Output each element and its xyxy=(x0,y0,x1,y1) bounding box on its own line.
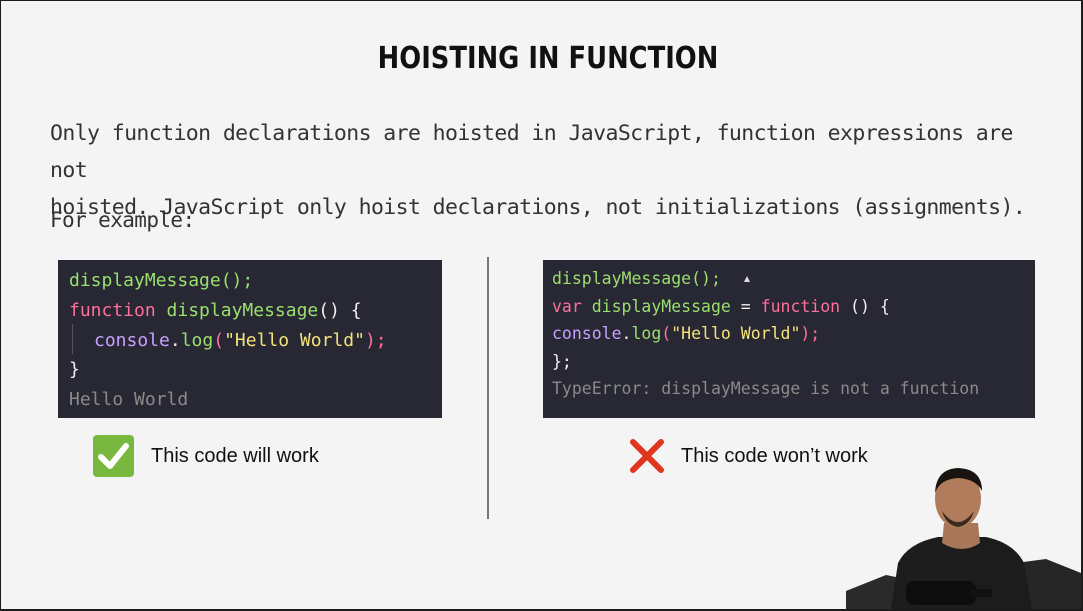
code-token: ( xyxy=(213,330,225,351)
code-line: displayMessage(); xyxy=(552,269,721,288)
column-divider xyxy=(487,257,489,519)
indent-guide xyxy=(72,324,73,354)
code-token: displayMessage(); xyxy=(552,269,721,288)
code-block-hoisted-declaration: displayMessage(); function displayMessag… xyxy=(58,260,442,418)
green-checkmark-icon xyxy=(93,435,134,477)
works-caption: This code will work xyxy=(151,445,319,467)
code-token: Hello World xyxy=(69,389,189,410)
presenter-webcam xyxy=(846,463,1081,609)
code-token: }; xyxy=(552,352,572,371)
code-token: () { xyxy=(840,297,890,316)
code-token: = xyxy=(730,297,761,316)
code-token: "Hello World" xyxy=(224,330,365,351)
code-block-function-expression: displayMessage(); var displayMessage = f… xyxy=(543,260,1035,418)
code-token: TypeError: displayMessage is not a funct… xyxy=(552,379,980,398)
code-line: console.log("Hello World"); xyxy=(94,330,387,351)
mouse-cursor-icon xyxy=(744,276,750,282)
code-token: ); xyxy=(364,330,387,351)
code-token: function xyxy=(69,300,156,321)
fails-caption: This code won’t work xyxy=(681,445,868,467)
slide-paragraph: Only function declarations are hoisted i… xyxy=(50,115,1030,226)
code-token: displayMessage(); xyxy=(69,270,254,291)
code-token: displayMessage xyxy=(591,297,731,316)
presentation-slide: HOISTING IN FUNCTION Only function decla… xyxy=(1,1,1081,609)
code-token: displayMessage xyxy=(166,300,319,321)
code-token: ( xyxy=(661,324,672,343)
code-token: function xyxy=(760,297,841,316)
code-token: console xyxy=(94,330,170,351)
slide-title: HOISTING IN FUNCTION xyxy=(377,41,719,76)
code-token: . xyxy=(169,330,181,351)
code-token: ); xyxy=(800,324,821,343)
paragraph-line-2: hoisted. JavaScript only hoist declarati… xyxy=(50,195,1026,220)
code-line: function displayMessage() { xyxy=(69,300,362,321)
red-cross-icon xyxy=(628,437,666,475)
code-token: log xyxy=(180,330,214,351)
paragraph-line-1: Only function declarations are hoisted i… xyxy=(50,121,1013,183)
console-output: TypeError: displayMessage is not a funct… xyxy=(552,379,979,398)
code-token: . xyxy=(621,324,632,343)
code-token: var xyxy=(552,297,582,316)
code-line: }; xyxy=(552,352,572,371)
code-line: displayMessage(); xyxy=(69,270,253,291)
code-token: "Hello World" xyxy=(671,324,801,343)
code-token: } xyxy=(69,359,80,380)
code-token: () { xyxy=(318,300,362,321)
code-token: console xyxy=(552,324,622,343)
code-line: console.log("Hello World"); xyxy=(552,324,820,343)
code-line: } xyxy=(69,359,80,380)
code-line: var displayMessage = function () { xyxy=(552,297,890,316)
example-label: For example: xyxy=(50,208,195,232)
code-token: log xyxy=(631,324,662,343)
console-output: Hello World xyxy=(69,389,188,410)
